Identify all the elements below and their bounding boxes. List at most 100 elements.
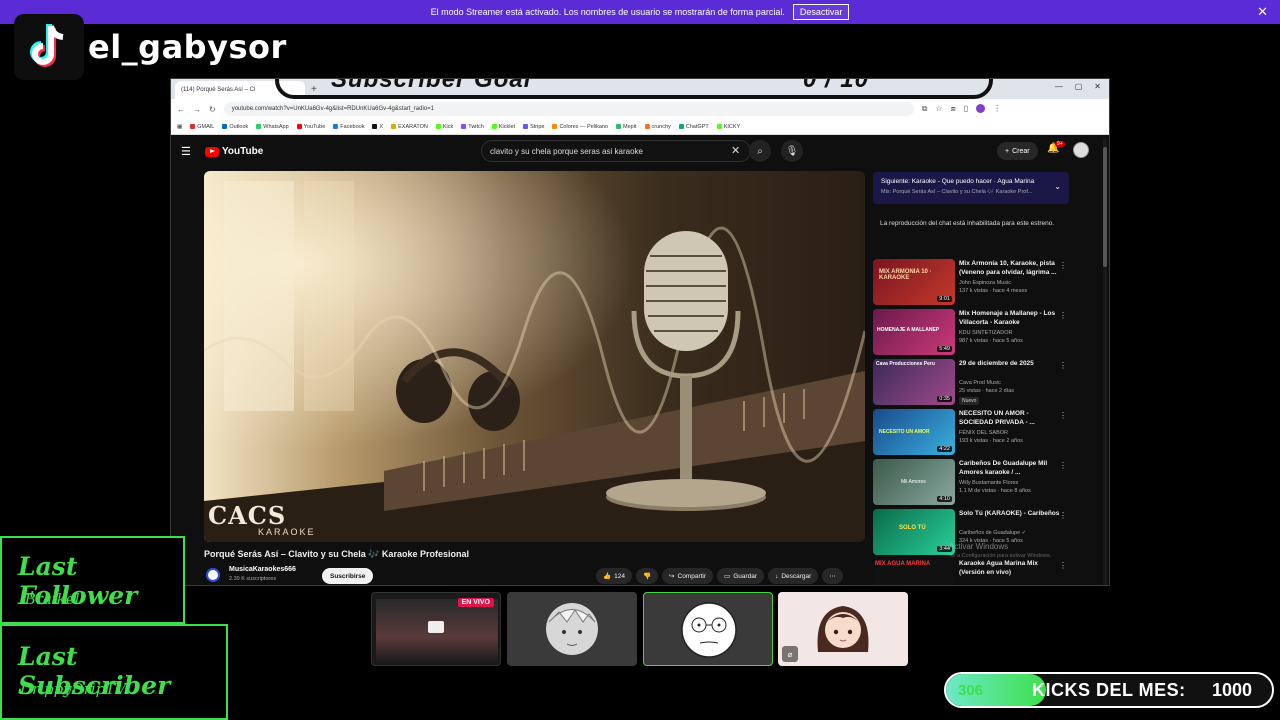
bookmark-11[interactable]: Colores — Pelikano xyxy=(552,124,608,130)
list-item[interactable]: MIX AGUA MARINA Karaoke Agua Marina Mix … xyxy=(873,559,1073,585)
bookmark-0[interactable]: GMAIL xyxy=(190,124,214,130)
up-next-sub: Mix: Porqué Serás Así – Clavito y su Che… xyxy=(881,189,1033,195)
participant-tile-1[interactable] xyxy=(507,592,637,666)
forward-icon[interactable]: → xyxy=(193,105,201,114)
bookmark-7[interactable]: Kick xyxy=(435,124,453,130)
thumb-caption: Cava Producciones Peru xyxy=(876,361,935,367)
reload-icon[interactable]: ↻ xyxy=(209,105,216,114)
video-frame-art xyxy=(204,171,865,542)
extensions-icon[interactable]: ⧈ xyxy=(951,104,956,114)
menu-kebab-icon[interactable]: ⋮ xyxy=(993,104,1001,114)
video-thumbnail[interactable]: Mil Amores 4:10 xyxy=(873,459,955,505)
video-watermark-logo: CACS xyxy=(208,501,287,530)
deactivate-button[interactable]: Desactivar xyxy=(792,4,850,20)
download-icon: ↓ xyxy=(775,572,779,580)
thumb-caption: Mil Amores xyxy=(901,479,926,485)
more-horizontal-icon: ⋯ xyxy=(829,573,836,580)
bookmark-15[interactable]: KICKY xyxy=(716,124,740,130)
mic-muted-icon[interactable]: ⌀ xyxy=(782,646,798,662)
participant-tile-2[interactable] xyxy=(643,592,773,666)
video-thumbnail[interactable]: NECESITO UN AMOR 4:22 xyxy=(873,409,955,455)
save-button[interactable]: ▭ Guardar xyxy=(717,568,765,584)
bookmark-8[interactable]: Twitch xyxy=(461,124,484,130)
star-icon[interactable]: ☆ xyxy=(935,104,942,114)
bookmark-6[interactable]: EXARATON xyxy=(391,124,428,130)
rec-title: Mix Armonía 10, Karaoke, pista (Veneno p… xyxy=(959,260,1057,277)
chevron-down-icon[interactable]: ⌄ xyxy=(1054,182,1061,191)
share-button[interactable]: ↪ Compartir xyxy=(662,568,714,584)
hamburger-menu-icon[interactable]: ☰ xyxy=(181,145,191,158)
video-actions: 👍 124 👎 ↪ Compartir ▭ Guardar ↓ Descargar ⋯ xyxy=(596,568,843,584)
page-scrollbar[interactable] xyxy=(1103,139,1107,585)
apps-grid-icon[interactable]: ▦ xyxy=(177,124,182,130)
dislike-button[interactable]: 👎 xyxy=(635,568,659,584)
up-next-card[interactable]: Siguiente: Karaoke - Que puedo hacer · A… xyxy=(873,172,1069,204)
participant-tile-3[interactable]: ⌀ xyxy=(778,592,908,666)
more-vertical-icon[interactable]: ⋮ xyxy=(1059,461,1067,470)
maximize-icon[interactable]: ▢ xyxy=(1075,82,1083,91)
more-vertical-icon[interactable]: ⋮ xyxy=(1059,311,1067,320)
kicks-goal: 1000 xyxy=(1211,680,1252,700)
close-icon[interactable]: ✕ xyxy=(1257,4,1268,20)
list-item[interactable]: NECESITO UN AMOR 4:22 NECESITO UN AMOR -… xyxy=(873,409,1073,459)
thumb-caption: NECESITO UN AMOR xyxy=(879,429,930,435)
video-thumbnail[interactable]: MIX AGUA MARINA xyxy=(873,559,955,585)
bookmark-2[interactable]: WhatsApp xyxy=(256,124,289,130)
channel-avatar[interactable] xyxy=(206,568,220,582)
video-player[interactable]: CACS KARAOKE xyxy=(204,171,865,542)
bookmark-4[interactable]: Facebook xyxy=(333,124,364,130)
list-item[interactable]: Cava Producciones Peru 0:35 29 de diciem… xyxy=(873,359,1073,409)
list-item[interactable]: Mil Amores 4:10 Caribeños De Guadalupe M… xyxy=(873,459,1073,509)
bookmark-13[interactable]: crunchy xyxy=(644,124,671,130)
clear-search-icon[interactable]: ✕ xyxy=(731,144,740,157)
video-thumbnail[interactable]: Cava Producciones Peru 0:35 xyxy=(873,359,955,405)
list-item[interactable]: HOMENAJE A MALLANEP 5:49 Mix Homenaje a … xyxy=(873,309,1073,359)
channel-name[interactable]: MusicaKaraokes666 xyxy=(229,566,296,573)
video-thumbnail[interactable]: SOLO TÚ 3:44 xyxy=(873,509,955,555)
subscribe-button[interactable]: Suscribirse xyxy=(322,568,374,584)
more-vertical-icon[interactable]: ⋮ xyxy=(1059,261,1067,270)
bookmark-5[interactable]: X xyxy=(372,124,383,130)
bookmark-10[interactable]: Stripe xyxy=(523,124,544,130)
bookmark-1[interactable]: Outlook xyxy=(222,124,248,130)
activate-windows-watermark: Activar Windows xyxy=(949,542,1009,551)
bookmark-12[interactable]: Mepit xyxy=(616,124,637,130)
rec-channel: John Espinoza Music xyxy=(959,280,1011,286)
rec-title: Caribeños De Guadalupe Mil Amores karaok… xyxy=(959,460,1048,477)
plus-icon: + xyxy=(1005,147,1010,155)
more-vertical-icon[interactable]: ⋮ xyxy=(1059,561,1067,570)
list-item[interactable]: SOLO TÚ 3:44 Solo Tú (KARAOKE) - Caribeñ… xyxy=(873,509,1073,559)
rec-meta: 987 k vistas · hace 5 años xyxy=(959,338,1023,344)
more-actions-button[interactable]: ⋯ xyxy=(822,568,843,584)
bookmark-9[interactable]: Kicklet xyxy=(491,124,515,130)
download-button[interactable]: ↓ Descargar xyxy=(768,568,819,584)
youtube-logo[interactable]: YouTube xyxy=(205,146,263,157)
more-vertical-icon[interactable]: ⋮ xyxy=(1059,411,1067,420)
window-close-icon[interactable]: ✕ xyxy=(1094,82,1101,91)
bookmark-3[interactable]: YouTube xyxy=(296,124,325,130)
profile-avatar[interactable] xyxy=(976,104,986,113)
search-icon[interactable]: ⌕ xyxy=(749,140,771,162)
list-item[interactable]: MIX ARMONIA 10 · KARAOKE 9:01 Mix Armoní… xyxy=(873,259,1073,309)
more-vertical-icon[interactable]: ⋮ xyxy=(1059,511,1067,520)
video-thumbnail[interactable]: MIX ARMONIA 10 · KARAOKE 9:01 xyxy=(873,259,955,305)
goal-value: 0 / 10 xyxy=(802,78,869,93)
video-duration: 0:35 xyxy=(937,396,952,402)
like-button[interactable]: 👍 124 xyxy=(596,568,632,584)
screen-share-tile[interactable]: EN VIVO xyxy=(371,592,501,666)
user-avatar[interactable] xyxy=(1073,142,1089,158)
sidepanel-icon[interactable]: ▯ xyxy=(964,104,968,114)
bookmark-14[interactable]: ChatGPT xyxy=(678,124,709,130)
minimize-icon[interactable]: — xyxy=(1055,82,1063,91)
thumb-caption: MIX ARMONIA 10 · KARAOKE xyxy=(879,269,932,281)
url-field[interactable]: youtube.com/watch?v=UnKUa6Gv-4g&list=RDU… xyxy=(223,102,914,116)
tiktok-icon xyxy=(14,14,84,80)
rec-title: Mix Homenaje a Mallanep - Los Villacorta… xyxy=(959,310,1056,327)
video-thumbnail[interactable]: HOMENAJE A MALLANEP 5:49 xyxy=(873,309,955,355)
install-icon[interactable]: ⧉ xyxy=(922,104,928,114)
microphone-icon[interactable]: 🎙 xyxy=(781,140,803,162)
back-icon[interactable]: ← xyxy=(177,105,185,114)
create-button[interactable]: + Crear xyxy=(997,142,1038,160)
more-vertical-icon[interactable]: ⋮ xyxy=(1059,361,1067,370)
search-input[interactable]: clavito y su chela porque seras asi kara… xyxy=(481,140,751,162)
